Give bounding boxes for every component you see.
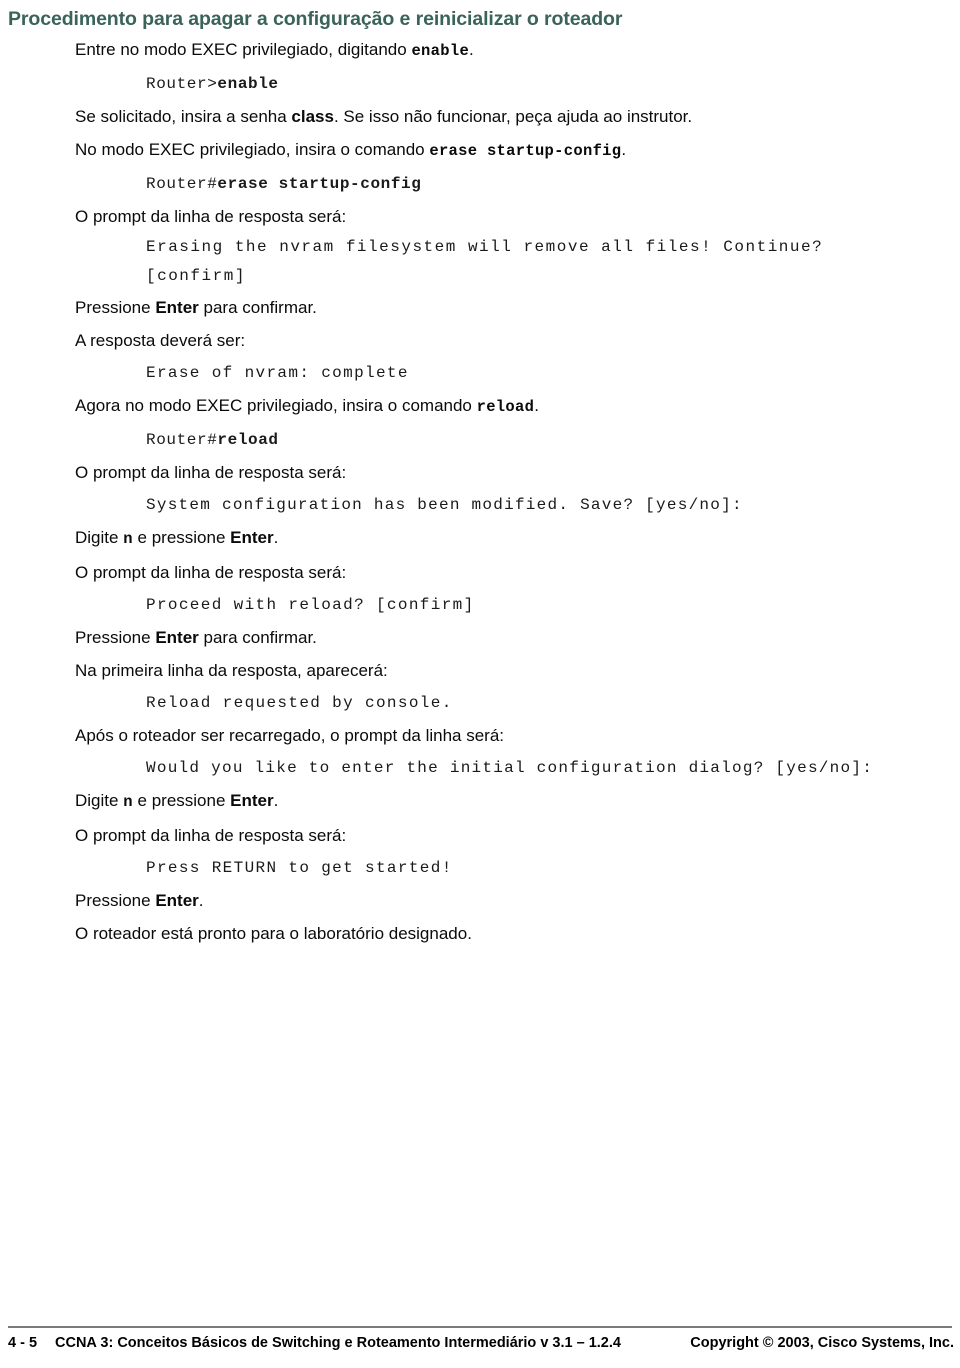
- document-page: Procedimento para apagar a configuração …: [0, 0, 960, 1368]
- text-segment: Pressione: [75, 628, 156, 647]
- inline-command: reload: [476, 398, 535, 416]
- terminal-output: Reload requested by console.: [146, 694, 453, 712]
- inline-command: erase startup-config: [429, 142, 622, 160]
- text-segment: Se solicitado, insira a senha: [75, 107, 292, 126]
- instruction-line: Digite n e pressione Enter.: [0, 784, 960, 819]
- instruction-line: O prompt da linha de resposta será:: [75, 826, 347, 845]
- text-segment: e pressione: [132, 791, 231, 810]
- text-segment: .: [469, 40, 474, 59]
- emphasis-text: Enter: [230, 528, 274, 547]
- instruction-line: O prompt da linha de resposta será:: [75, 207, 347, 226]
- instruction-line: O roteador está pronto para o laboratóri…: [75, 924, 472, 943]
- terminal-line: Router#erase startup-config: [0, 168, 960, 200]
- instruction-line: O prompt da linha de resposta será:: [75, 463, 347, 482]
- text-segment: e pressione: [132, 528, 231, 547]
- text-segment: .: [273, 791, 279, 810]
- text-segment: No modo EXEC privilegiado, insira o coma…: [75, 140, 430, 159]
- text-segment: .: [621, 140, 627, 159]
- document-body: Procedimento para apagar a configuração …: [0, 0, 960, 950]
- terminal-output: System configuration has been modified. …: [146, 496, 743, 514]
- terminal-line: Router>enable: [0, 68, 960, 100]
- text-segment: .: [198, 891, 204, 910]
- footer-page-number: 4 - 5: [8, 1335, 38, 1351]
- terminal-prompt: Router#: [146, 431, 218, 449]
- terminal-prompt: Router#: [146, 175, 218, 193]
- terminal-command: enable: [217, 75, 279, 93]
- footer-copyright: Copyright © 2003, Cisco Systems, Inc.: [690, 1335, 954, 1351]
- instruction-line: Pressione Enter.: [0, 884, 960, 917]
- text-segment: .: [534, 396, 539, 415]
- instruction-line: Pressione Enter para confirmar.: [0, 291, 960, 324]
- text-segment: Digite: [75, 528, 124, 547]
- terminal-prompt: Router>: [146, 75, 218, 93]
- text-segment: Digite: [75, 791, 124, 810]
- instruction-line: Após o roteador ser recarregado, o promp…: [75, 726, 505, 745]
- terminal-output: Would you like to enter the initial conf…: [146, 759, 874, 777]
- page-title: Procedimento para apagar a configuração …: [8, 8, 623, 30]
- instruction-line: O prompt da linha de resposta será:: [75, 563, 347, 582]
- terminal-command: erase startup-config: [217, 175, 422, 193]
- instruction-line: Digite n e pressione Enter.: [0, 521, 960, 556]
- emphasis-text: Enter: [155, 298, 199, 317]
- inline-command: n: [123, 793, 133, 811]
- instruction-line: Se solicitado, insira a senha class. Se …: [0, 100, 960, 133]
- terminal-output: Erase of nvram: complete: [146, 364, 409, 382]
- text-segment: Pressione: [75, 298, 156, 317]
- emphasis-text: Enter: [155, 628, 199, 647]
- instruction-line: A resposta deverá ser:: [75, 331, 246, 350]
- terminal-output: Proceed with reload? [confirm]: [146, 596, 475, 614]
- text-segment: para confirmar.: [198, 298, 317, 317]
- inline-command: n: [123, 530, 133, 548]
- text-segment: .: [273, 528, 279, 547]
- instruction-line: No modo EXEC privilegiado, insira o coma…: [0, 133, 960, 168]
- footer-divider: [8, 1326, 952, 1328]
- emphasis-text: Enter: [155, 891, 199, 910]
- instruction-line: Entre no modo EXEC privilegiado, digitan…: [0, 33, 960, 68]
- text-segment: Entre no modo EXEC privilegiado, digitan…: [75, 40, 412, 59]
- instruction-line: Agora no modo EXEC privilegiado, insira …: [0, 389, 960, 424]
- instruction-line: Pressione Enter para confirmar.: [0, 621, 960, 654]
- text-segment: Agora no modo EXEC privilegiado, insira …: [75, 396, 477, 415]
- emphasis-text: Enter: [230, 791, 274, 810]
- footer-content: 4 - 5 CCNA 3: Conceitos Básicos de Switc…: [0, 1335, 960, 1351]
- inline-command: enable: [411, 42, 470, 60]
- terminal-output: Erasing the nvram filesystem will remove…: [146, 238, 824, 285]
- text-segment: para confirmar.: [198, 628, 317, 647]
- footer-course-title: CCNA 3: Conceitos Básicos de Switching e…: [55, 1335, 621, 1351]
- terminal-output: Press RETURN to get started!: [146, 859, 453, 877]
- terminal-command: reload: [217, 431, 279, 449]
- instruction-line: Na primeira linha da resposta, aparecerá…: [75, 661, 388, 680]
- text-segment: . Se isso não funcionar, peça ajuda ao i…: [333, 107, 693, 126]
- emphasis-text: class: [291, 107, 334, 126]
- text-segment: Pressione: [75, 891, 156, 910]
- terminal-line: Router#reload: [0, 424, 960, 456]
- page-footer: 4 - 5 CCNA 3: Conceitos Básicos de Switc…: [0, 1322, 960, 1368]
